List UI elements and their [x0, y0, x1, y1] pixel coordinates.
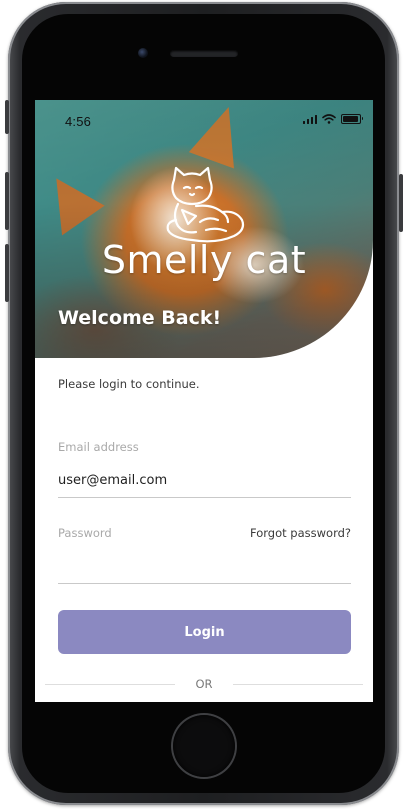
email-field: Email address	[58, 440, 351, 498]
login-subtitle: Please login to continue.	[58, 377, 200, 391]
cat-ear-right	[188, 100, 254, 169]
forgot-password-link[interactable]: Forgot password?	[250, 526, 351, 540]
battery-icon	[341, 114, 363, 124]
email-underline	[58, 497, 351, 498]
welcome-heading: Welcome Back!	[58, 307, 222, 329]
power-button	[399, 174, 403, 232]
login-button[interactable]: Login	[58, 610, 351, 654]
front-camera	[138, 48, 148, 58]
hero-header: 4:56 Smelly cat Welcome Back!	[35, 100, 373, 358]
volume-up-button	[5, 172, 9, 230]
brand-name: Smelly cat	[101, 238, 307, 282]
cat-ear-left	[35, 164, 105, 236]
signal-icon	[302, 114, 317, 124]
password-field: Password Forgot password?	[58, 526, 351, 584]
mute-switch	[5, 100, 9, 134]
password-underline	[58, 583, 351, 584]
volume-down-button	[5, 244, 9, 302]
email-input[interactable]	[58, 471, 351, 489]
wifi-icon	[322, 114, 336, 124]
or-divider: OR	[45, 677, 363, 691]
divider-line-right	[233, 684, 363, 685]
status-icons	[302, 114, 363, 124]
earpiece-speaker	[170, 50, 238, 57]
email-label: Email address	[58, 440, 139, 454]
app-screen: 4:56 Smelly cat Welcome Back! Please log…	[35, 100, 373, 702]
home-button[interactable]	[173, 715, 235, 777]
cat-logo-icon	[166, 166, 245, 243]
password-input[interactable]	[58, 557, 351, 575]
status-time: 4:56	[65, 114, 92, 129]
